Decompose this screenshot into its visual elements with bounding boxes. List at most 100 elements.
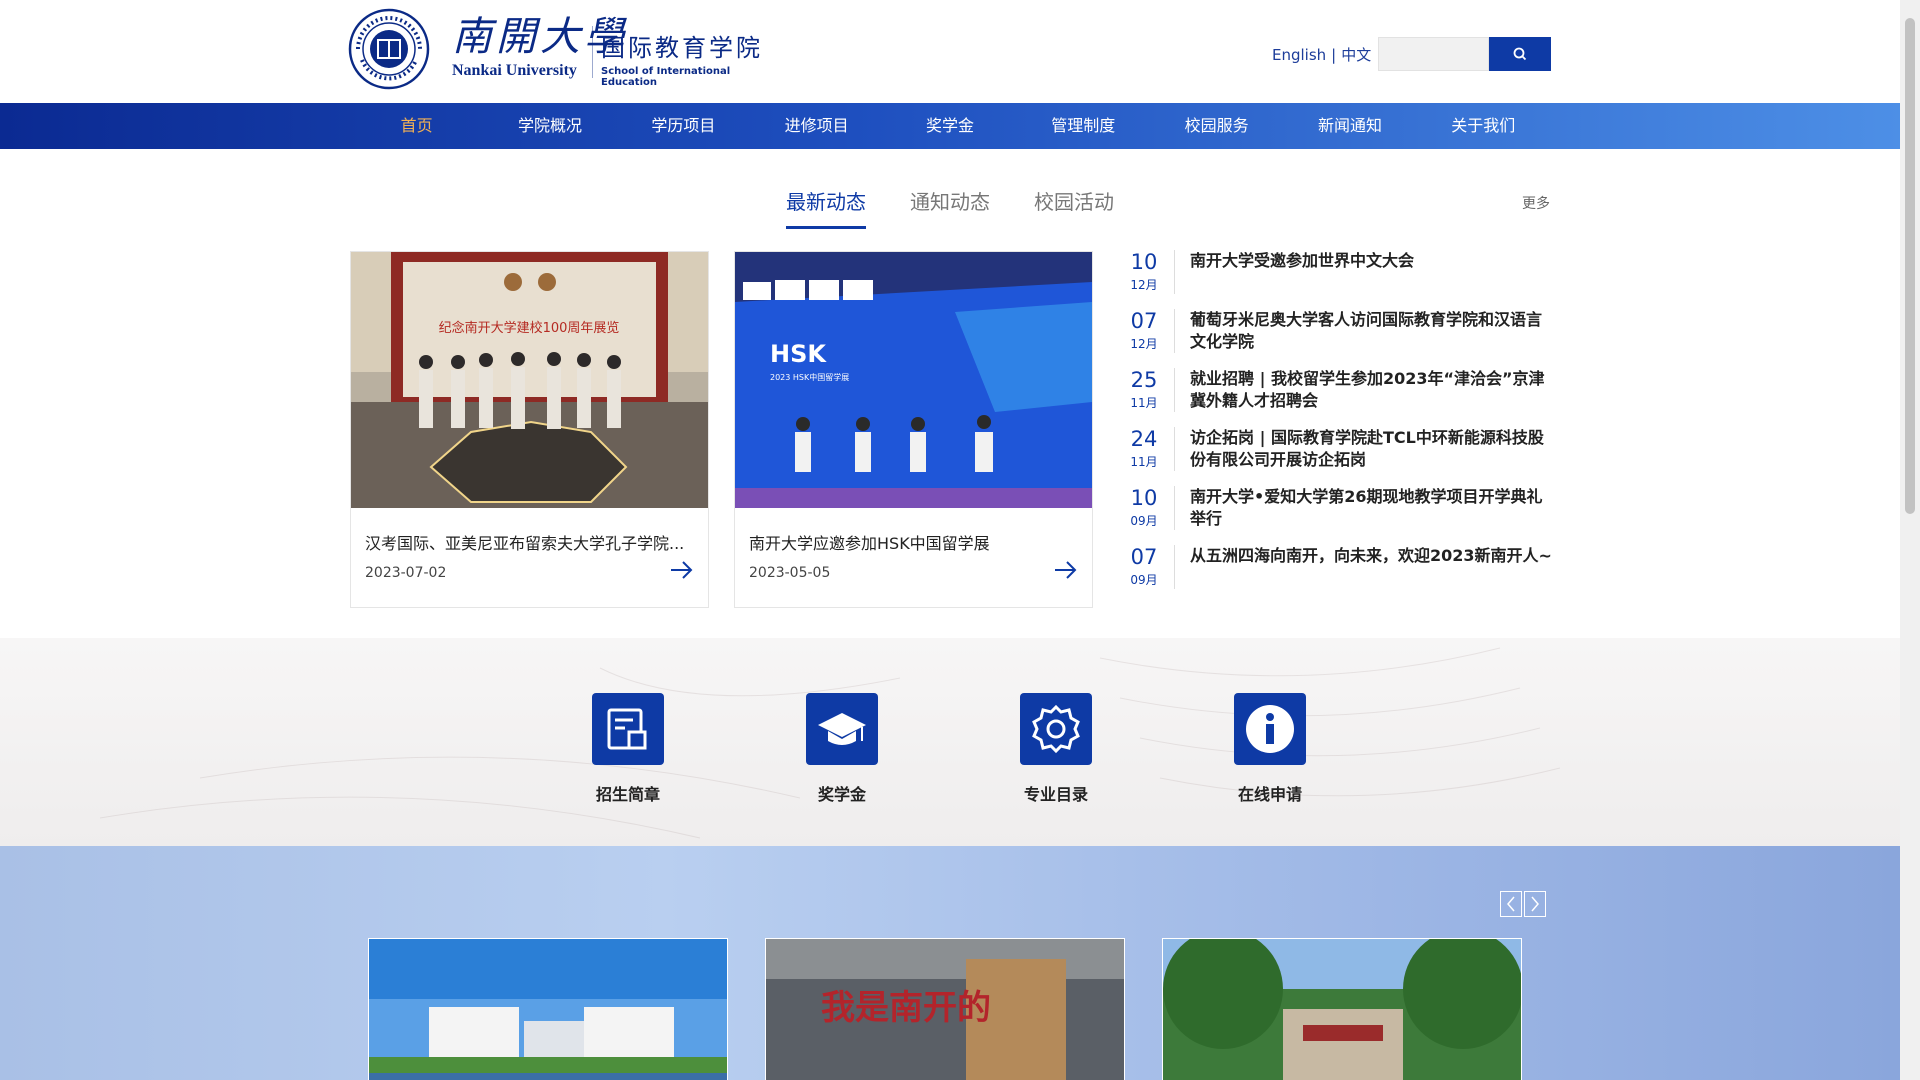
news-card[interactable]: 纪念南开大学建校100周年展览 汉考国际、亚美尼亚布留索夫大学孔子学院... 2…: [350, 251, 709, 608]
school-chinese-name: 国际教育学院: [601, 34, 763, 62]
news-day: 24: [1130, 427, 1158, 451]
gallery-photo[interactable]: 我是南开的: [765, 938, 1125, 1080]
gallery-photo-image: 我是南开的: [766, 939, 1124, 1080]
news-title: 南开大学受邀参加世界中文大会: [1190, 251, 1415, 270]
news-card-photo: HSK 2023 HSK中国留学展: [735, 252, 1092, 508]
quick-link-label: 在线申请: [1237, 785, 1302, 804]
news-card-photo-caption: 2023 HSK中国留学展: [770, 372, 849, 382]
news-tabs: 最新动态 通知动态 校园活动: [786, 186, 1158, 229]
news-title: 南开大学•爱知大学第26期现地教学项目开学典礼举行: [1190, 487, 1543, 528]
news-day: 07: [1130, 309, 1158, 333]
quick-links-section: 招生简章 奖学金 专业目录 在线申请: [0, 638, 1900, 846]
main-nav-items: 首页 学院概况 学历项目 进修项目 奖学金 管理制度 校园服务 新闻通知 关于我…: [350, 103, 1550, 149]
news-day: 25: [1130, 368, 1158, 392]
news-title: 葡萄牙米尼奥大学客人访问国际教育学院和汉语言文化学院: [1190, 310, 1543, 351]
news-title: 就业招聘 | 我校留学生参加2023年“津洽会”京津冀外籍人才招聘会: [1190, 369, 1545, 410]
list-item[interactable]: 07 09月 从五洲四海向南开，向未来，欢迎2023新南开人~: [1128, 545, 1552, 604]
news-day: 10: [1130, 250, 1158, 274]
more-link[interactable]: 更多: [1522, 193, 1550, 213]
arrow-right-icon[interactable]: [670, 560, 694, 580]
quick-link-brochure[interactable]: 招生简章: [558, 693, 698, 805]
news-month: 09月: [1130, 573, 1158, 587]
list-item[interactable]: 10 12月 南开大学受邀参加世界中文大会: [1128, 250, 1552, 309]
lang-separator: |: [1331, 46, 1337, 64]
gallery-photo-caption: 我是南开的: [821, 988, 991, 1028]
nav-item-regulations[interactable]: 管理制度: [1017, 103, 1150, 149]
news-day: 07: [1130, 545, 1158, 569]
news-card-photo: 纪念南开大学建校100周年展览: [351, 252, 708, 508]
site-header: 南開大學 Nankai University 国际教育学院 School of …: [0, 0, 1900, 103]
site-logo[interactable]: 南開大學 Nankai University 国际教育学院 School of …: [348, 8, 778, 90]
nav-item-home[interactable]: 首页: [350, 103, 483, 149]
logo-divider: [592, 26, 593, 78]
list-item[interactable]: 25 11月 就业招聘 | 我校留学生参加2023年“津洽会”京津冀外籍人才招聘…: [1128, 368, 1552, 427]
news-month: 11月: [1130, 455, 1158, 469]
quick-link-scholarship[interactable]: 奖学金: [772, 693, 912, 805]
nav-item-about-college[interactable]: 学院概况: [483, 103, 616, 149]
nav-item-scholarship[interactable]: 奖学金: [883, 103, 1016, 149]
arrow-right-icon[interactable]: [1054, 560, 1078, 580]
nav-item-about-us[interactable]: 关于我们: [1417, 103, 1550, 149]
svg-text:HSK: HSK: [770, 340, 827, 368]
news-month: 12月: [1130, 337, 1158, 351]
gallery-photo-image: [369, 939, 727, 1080]
news-card-title: 汉考国际、亚美尼亚布留索夫大学孔子学院...: [365, 534, 685, 553]
quick-link-label: 专业目录: [1023, 785, 1088, 804]
quick-link-label: 招生简章: [595, 785, 660, 804]
search-button[interactable]: [1489, 37, 1551, 71]
quick-link-label: 奖学金: [817, 785, 866, 804]
list-item[interactable]: 07 12月 葡萄牙米尼奥大学客人访问国际教育学院和汉语言文化学院: [1128, 309, 1552, 368]
news-title: 访企拓岗 | 国际教育学院赴TCL中环新能源科技股份有限公司开展访企拓岗: [1190, 428, 1544, 469]
news-month: 09月: [1130, 514, 1158, 528]
news-list: 10 12月 南开大学受邀参加世界中文大会 07 12月 葡萄牙米尼奥大学客人访…: [1128, 250, 1552, 604]
campus-gallery: 我是南开的: [0, 846, 1900, 1080]
gallery-photo[interactable]: [368, 938, 728, 1080]
search-icon: [1513, 47, 1527, 61]
lang-english-link[interactable]: English: [1272, 46, 1326, 64]
background-decoration: [99, 647, 1561, 839]
quick-link-majors[interactable]: 专业目录: [986, 693, 1126, 805]
gear-icon: [1020, 693, 1092, 765]
news-title: 从五洲四海向南开，向未来，欢迎2023新南开人~: [1190, 546, 1552, 565]
news-day: 10: [1130, 486, 1158, 510]
news-divider: [1174, 427, 1175, 471]
list-item[interactable]: 10 09月 南开大学•爱知大学第26期现地教学项目开学典礼举行: [1128, 486, 1552, 545]
tab-notices[interactable]: 通知动态: [910, 186, 990, 229]
quick-link-apply-online[interactable]: 在线申请: [1200, 693, 1340, 805]
university-seal-icon: [348, 8, 430, 90]
lang-chinese-link[interactable]: 中文: [1341, 46, 1371, 64]
gallery-prev-button[interactable]: [1500, 891, 1522, 917]
news-month: 11月: [1130, 396, 1158, 410]
news-card-title: 南开大学应邀参加HSK中国留学展: [749, 534, 990, 553]
nav-item-news[interactable]: 新闻通知: [1283, 103, 1416, 149]
school-english-name: School of International Education: [601, 66, 731, 88]
search-input[interactable]: [1378, 37, 1489, 71]
news-card-date: 2023-05-05: [749, 565, 831, 581]
chevron-right-icon: [1531, 896, 1539, 912]
chevron-left-icon: [1507, 896, 1515, 912]
tab-campus-events[interactable]: 校园活动: [1034, 186, 1114, 229]
news-divider: [1174, 309, 1175, 353]
nav-item-campus-services[interactable]: 校园服务: [1150, 103, 1283, 149]
page-scrollbar[interactable]: [1900, 0, 1920, 1080]
logo-english-name: Nankai University: [452, 62, 577, 79]
info-icon: [1234, 693, 1306, 765]
gallery-photo-image: [1163, 939, 1521, 1080]
news-divider: [1174, 545, 1175, 589]
news-divider: [1174, 250, 1175, 294]
nav-item-degree-programs[interactable]: 学历项目: [617, 103, 750, 149]
gallery-photo[interactable]: [1162, 938, 1522, 1080]
graduation-cap-icon: [806, 693, 878, 765]
main-nav: 首页 学院概况 学历项目 进修项目 奖学金 管理制度 校园服务 新闻通知 关于我…: [0, 103, 1900, 149]
language-switcher: English | 中文: [1272, 44, 1371, 65]
list-item[interactable]: 24 11月 访企拓岗 | 国际教育学院赴TCL中环新能源科技股份有限公司开展访…: [1128, 427, 1552, 486]
nav-item-nondegree-programs[interactable]: 进修项目: [750, 103, 883, 149]
gallery-next-button[interactable]: [1524, 891, 1546, 917]
scrollbar-thumb[interactable]: [1905, 18, 1915, 514]
news-card-date: 2023-07-02: [365, 565, 447, 581]
news-card-photo-caption: 纪念南开大学建校100周年展览: [439, 320, 620, 336]
tab-latest-news[interactable]: 最新动态: [786, 186, 866, 229]
news-divider: [1174, 486, 1175, 530]
news-month: 12月: [1130, 278, 1158, 292]
news-card[interactable]: HSK 2023 HSK中国留学展 南开大学应邀参加HSK中国留学展 2023-…: [734, 251, 1093, 608]
